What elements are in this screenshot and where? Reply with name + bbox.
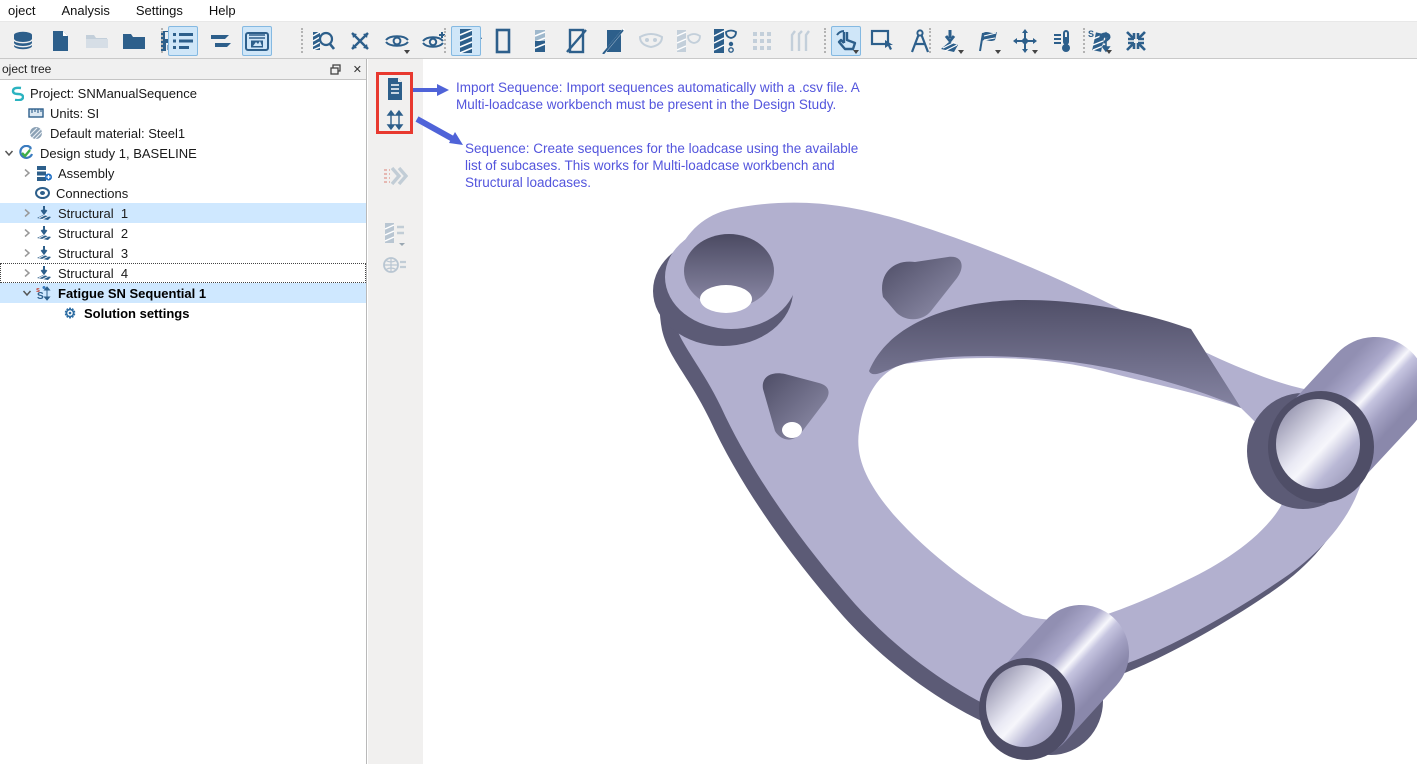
tree-row-fatigue-sn-sequential[interactable]: sS Fatigue SN Sequential 1 [0, 283, 366, 303]
toolbar-group-model-display [443, 24, 814, 57]
chevron-right-icon[interactable] [20, 206, 34, 220]
project-tree-header: oject tree ✕ [0, 59, 366, 80]
tree-row-units[interactable]: Units: SI [0, 103, 366, 123]
sequence-annotation: Sequence: Create sequences for the loadc… [465, 140, 925, 191]
tree-row-material[interactable]: Default material: Steel1 [0, 123, 366, 143]
svg-text:S: S [37, 291, 44, 301]
database-icon[interactable] [8, 26, 38, 56]
new-file-icon[interactable] [45, 26, 75, 56]
tree-row-project[interactable]: Project: SNManualSequence [0, 83, 366, 103]
load-arrow-icon[interactable] [936, 26, 966, 56]
bolt-hide-icon[interactable] [562, 26, 592, 56]
chevron-right-icon[interactable] [20, 266, 34, 280]
bolt-half-icon[interactable] [525, 26, 555, 56]
mask-icon[interactable] [636, 26, 666, 56]
outline-box-icon[interactable] [488, 26, 518, 56]
application-window: oject Analysis Settings Help [0, 0, 1417, 764]
structural-load-icon [36, 245, 52, 261]
connections-icon [34, 185, 50, 201]
help-button[interactable]: ? [1090, 26, 1120, 56]
structural-load-icon [36, 205, 52, 221]
thermal-load-icon[interactable] [1047, 26, 1077, 56]
tree-row-structural-1[interactable]: Structural 1 [0, 203, 366, 223]
box-hide-icon[interactable] [599, 26, 629, 56]
tree-row-structural-3[interactable]: Structural 3 [0, 243, 366, 263]
chevron-right-icon[interactable] [20, 226, 34, 240]
bolt-visible-icon[interactable] [451, 26, 481, 56]
structural-load-icon [36, 265, 52, 281]
tree-list-icon[interactable] [168, 26, 198, 56]
import-sequence-annotation: Import Sequence: Import sequences automa… [456, 79, 956, 113]
material-sphere-icon [28, 125, 44, 141]
help-question-icon: ? [1098, 28, 1111, 54]
box-select-icon[interactable] [868, 26, 898, 56]
tree-row-connections[interactable]: Connections [0, 183, 366, 203]
simcenter-logo-icon [8, 85, 24, 101]
find-on-model-icon[interactable] [308, 26, 338, 56]
toolbar-group-selection [823, 24, 935, 57]
dropdown-caret [995, 50, 1001, 54]
chevron-right-icon[interactable] [20, 246, 34, 260]
open-folder-icon[interactable] [82, 26, 112, 56]
toolbar-group-file [0, 24, 186, 57]
select-hand-icon[interactable] [831, 26, 861, 56]
toolbar-group-help: ? [1082, 24, 1120, 57]
ruler-icon [28, 105, 44, 121]
toolbar-group-panels [160, 24, 272, 57]
project-tree-panel: oject tree ✕ Project: SNManualSequence U… [0, 59, 367, 764]
comments-icon[interactable] [205, 26, 235, 56]
bolt-mask-options-icon[interactable] [710, 26, 740, 56]
close-panel-icon[interactable]: ✕ [353, 63, 362, 76]
menu-project[interactable]: oject [2, 1, 41, 20]
multi-bolts-icon[interactable] [784, 26, 814, 56]
project-tree-title: oject tree [2, 62, 51, 76]
global-list-icon [382, 252, 408, 278]
hide-eye-icon[interactable] [382, 26, 412, 56]
assembly-icon [36, 165, 52, 181]
menu-bar: oject Analysis Settings Help [0, 0, 1417, 22]
structural-load-icon [36, 225, 52, 241]
menu-settings[interactable]: Settings [130, 1, 189, 20]
tree-row-solution-settings[interactable]: ⚙ Solution settings [0, 303, 366, 323]
display-monitor-icon[interactable] [242, 26, 272, 56]
fit-view-icon[interactable] [1121, 26, 1151, 56]
folder-icon[interactable] [119, 26, 149, 56]
fatigue-sn-icon: sS [36, 285, 52, 301]
grid-dots-icon[interactable] [747, 26, 777, 56]
graphics-viewport[interactable]: Import Sequence: Import sequences automa… [423, 59, 1417, 764]
gear-icon: ⚙ [62, 305, 78, 321]
dropdown-caret [1032, 50, 1038, 54]
bolt-mask-icon[interactable] [673, 26, 703, 56]
design-study-icon [18, 145, 34, 161]
project-tree: Project: SNManualSequence Units: SI Defa… [0, 80, 366, 323]
tree-row-assembly[interactable]: Assembly [0, 163, 366, 183]
chevron-down-icon[interactable] [2, 146, 16, 160]
dropdown-caret [853, 50, 859, 54]
clash-arrows-icon[interactable] [345, 26, 375, 56]
dropdown-caret [958, 50, 964, 54]
tree-row-design-study[interactable]: Design study 1, BASELINE [0, 143, 366, 163]
menu-analysis[interactable]: Analysis [55, 1, 115, 20]
chevron-right-icon[interactable] [20, 166, 34, 180]
displacement-arrows-icon[interactable] [1010, 26, 1040, 56]
constraint-flag-icon[interactable] [973, 26, 1003, 56]
float-panel-icon[interactable] [330, 64, 341, 75]
tree-row-structural-2[interactable]: Structural 2 [0, 223, 366, 243]
menu-help[interactable]: Help [203, 1, 242, 20]
main-toolbar: S ? [0, 22, 1417, 59]
chevron-down-icon[interactable] [20, 286, 34, 300]
dropdown-caret [404, 50, 410, 54]
tree-row-structural-4[interactable]: Structural 4 [0, 263, 366, 283]
